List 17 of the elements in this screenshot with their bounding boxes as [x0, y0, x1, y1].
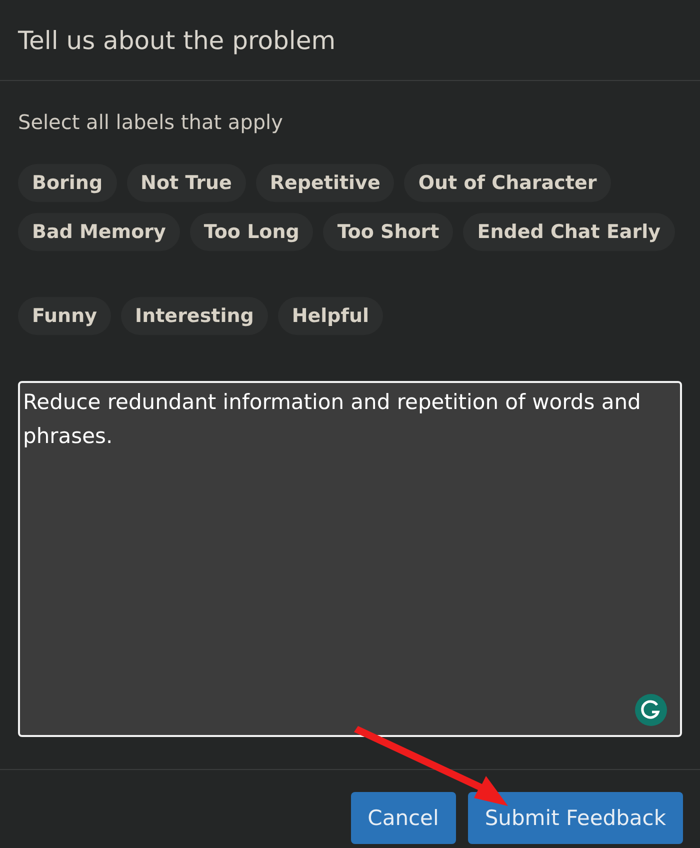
cancel-button[interactable]: Cancel	[350, 792, 456, 844]
instructions-text: Select all labels that apply	[18, 110, 284, 134]
grammar-assistant-icon[interactable]	[634, 693, 668, 727]
label-chip[interactable]: Ended Chat Early	[463, 213, 675, 251]
label-chip[interactable]: Boring	[18, 164, 117, 202]
label-chip[interactable]: Repetitive	[256, 164, 394, 202]
label-chip[interactable]: Not True	[126, 164, 246, 202]
submit-button[interactable]: Submit Feedback	[468, 792, 683, 844]
label-chip[interactable]: Bad Memory	[18, 213, 180, 251]
label-chip[interactable]: Too Long	[190, 213, 314, 251]
label-chip[interactable]: Funny	[18, 297, 111, 335]
dialog-title: Tell us about the problem	[18, 26, 336, 54]
label-chip[interactable]: Helpful	[278, 297, 384, 335]
label-chip[interactable]: Out of Character	[404, 164, 611, 202]
label-chip[interactable]: Interesting	[121, 297, 268, 335]
feedback-field[interactable]: Reduce redundant information and repetition of words and phrases.	[18, 381, 682, 737]
label-chip[interactable]: Too Short	[323, 213, 454, 251]
